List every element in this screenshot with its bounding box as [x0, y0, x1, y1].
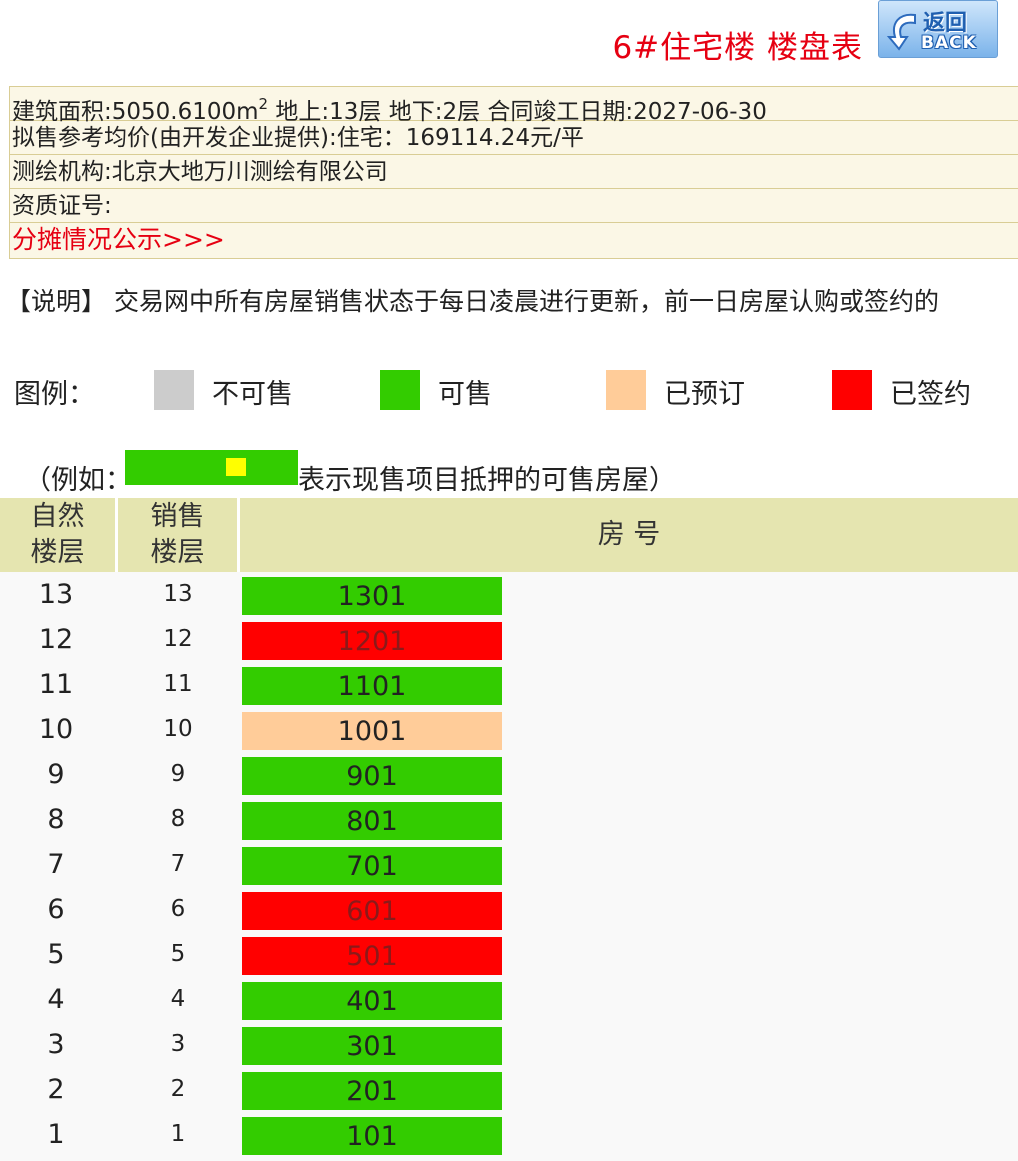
natural-floor-cell: 4 [47, 984, 65, 1015]
floor-table-header: 自然 楼层 销售 楼层 房 号 [0, 498, 1018, 572]
example-prefix: （例如： [24, 465, 132, 496]
sale-floor-cell: 6 [170, 896, 186, 922]
room-cell-1101[interactable]: 1101 [242, 667, 502, 705]
header-sale-line1: 销售 [150, 501, 205, 532]
table-row: 4 4 401 [0, 977, 1018, 1022]
back-button-label-en: BACK [921, 33, 977, 53]
floor-table-body: 13 13 1301 12 12 1201 11 11 1101 10 10 1001 9 9 901 8 8 8… [0, 572, 1018, 1161]
table-row: 3 3 301 [0, 1022, 1018, 1067]
natural-floor-cell: 13 [38, 579, 74, 610]
room-cell-1001[interactable]: 1001 [242, 712, 502, 750]
share-disclosure-link[interactable]: 分摊情况公示>>> [12, 225, 225, 254]
page-title: 6#住宅楼 楼盘表 [612, 30, 863, 66]
room-cell-901[interactable]: 901 [242, 757, 502, 795]
header-sale-floor: 销售 楼层 [118, 498, 237, 572]
legend-label-reserved: 已预订 [664, 379, 745, 410]
natural-floor-cell: 2 [47, 1074, 65, 1105]
natural-floor-cell: 12 [38, 624, 74, 655]
sale-floor-cell: 2 [170, 1076, 186, 1102]
natural-floor-cell: 10 [38, 714, 74, 745]
room-cell-1201[interactable]: 1201 [242, 622, 502, 660]
building-info-panel: 建筑面积:5050.6100m2 地上:13层 地下:2层 合同竣工日期:202… [9, 86, 1018, 259]
table-row: 13 13 1301 [0, 572, 1018, 617]
legend-title: 图例： [14, 379, 95, 410]
certificate-row: 资质证号: [10, 189, 1018, 223]
natural-floor-cell: 7 [47, 849, 65, 880]
legend-swatch-available [380, 370, 420, 410]
header-sale-line2: 楼层 [150, 537, 205, 568]
table-row: 6 6 601 [0, 887, 1018, 932]
sale-floor-cell: 10 [163, 716, 193, 742]
natural-floor-cell: 11 [38, 669, 74, 700]
sale-floor-cell: 11 [163, 671, 193, 697]
room-cell-401[interactable]: 401 [242, 982, 502, 1020]
table-row: 10 10 1001 [0, 707, 1018, 752]
header-natural-line1: 自然 [30, 501, 85, 532]
table-row: 11 11 1101 [0, 662, 1018, 707]
back-button[interactable]: 返回 BACK [878, 0, 998, 58]
price-row: 拟售参考均价(由开发企业提供):住宅：169114.24元/平 [10, 121, 1018, 155]
natural-floor-cell: 9 [47, 759, 65, 790]
sale-floor-cell: 9 [170, 761, 186, 787]
natural-floor-cell: 6 [47, 894, 65, 925]
example-mortgaged-bar [125, 450, 298, 485]
sale-floor-cell: 4 [170, 986, 186, 1012]
room-cell-201[interactable]: 201 [242, 1072, 502, 1110]
legend-swatch-reserved [606, 370, 646, 410]
table-row: 12 12 1201 [0, 617, 1018, 662]
room-cell-701[interactable]: 701 [242, 847, 502, 885]
room-cell-101[interactable]: 101 [242, 1117, 502, 1155]
header-natural-line2: 楼层 [30, 537, 85, 568]
legend-swatch-signed [832, 370, 872, 410]
legend-label-available: 可售 [438, 379, 492, 410]
legend-label-signed: 已签约 [890, 379, 971, 410]
building-area-row: 建筑面积:5050.6100m2 地上:13层 地下:2层 合同竣工日期:202… [10, 87, 1018, 125]
example-mortgage-marker [226, 458, 246, 476]
natural-floor-cell: 5 [47, 939, 65, 970]
natural-floor-cell: 8 [47, 804, 65, 835]
example-suffix: 表示现售项目抵押的可售房屋） [298, 465, 676, 496]
natural-floor-cell: 3 [47, 1029, 65, 1060]
table-row: 8 8 801 [0, 797, 1018, 842]
sale-floor-cell: 1 [170, 1121, 186, 1147]
sale-floor-cell: 3 [170, 1031, 186, 1057]
table-row: 2 2 201 [0, 1067, 1018, 1112]
room-cell-501[interactable]: 501 [242, 937, 502, 975]
natural-floor-cell: 1 [47, 1119, 65, 1150]
sale-floor-cell: 8 [170, 806, 186, 832]
room-cell-601[interactable]: 601 [242, 892, 502, 930]
table-row: 1 1 101 [0, 1112, 1018, 1157]
sale-floor-cell: 13 [163, 581, 193, 607]
header-room-number: 房 号 [597, 519, 661, 550]
table-row: 5 5 501 [0, 932, 1018, 977]
table-row: 9 9 901 [0, 752, 1018, 797]
legend-label-unavailable: 不可售 [212, 379, 293, 410]
room-cell-301[interactable]: 301 [242, 1027, 502, 1065]
survey-org-row: 测绘机构:北京大地万川测绘有限公司 [10, 155, 1018, 189]
table-row: 7 7 701 [0, 842, 1018, 887]
legend-swatch-unavailable [154, 370, 194, 410]
room-cell-1301[interactable]: 1301 [242, 577, 502, 615]
return-arrow-icon [886, 13, 916, 51]
room-cell-801[interactable]: 801 [242, 802, 502, 840]
update-note: 【说明】 交易网中所有房屋销售状态于每日凌晨进行更新，前一日房屋认购或签约的 [6, 287, 939, 316]
share-link-row: 分摊情况公示>>> [10, 223, 1018, 257]
sale-floor-cell: 7 [170, 851, 186, 877]
sale-floor-cell: 12 [163, 626, 193, 652]
sale-floor-cell: 5 [170, 941, 186, 967]
area-superscript: 2 [258, 95, 269, 113]
header-natural-floor: 自然 楼层 [0, 498, 115, 572]
